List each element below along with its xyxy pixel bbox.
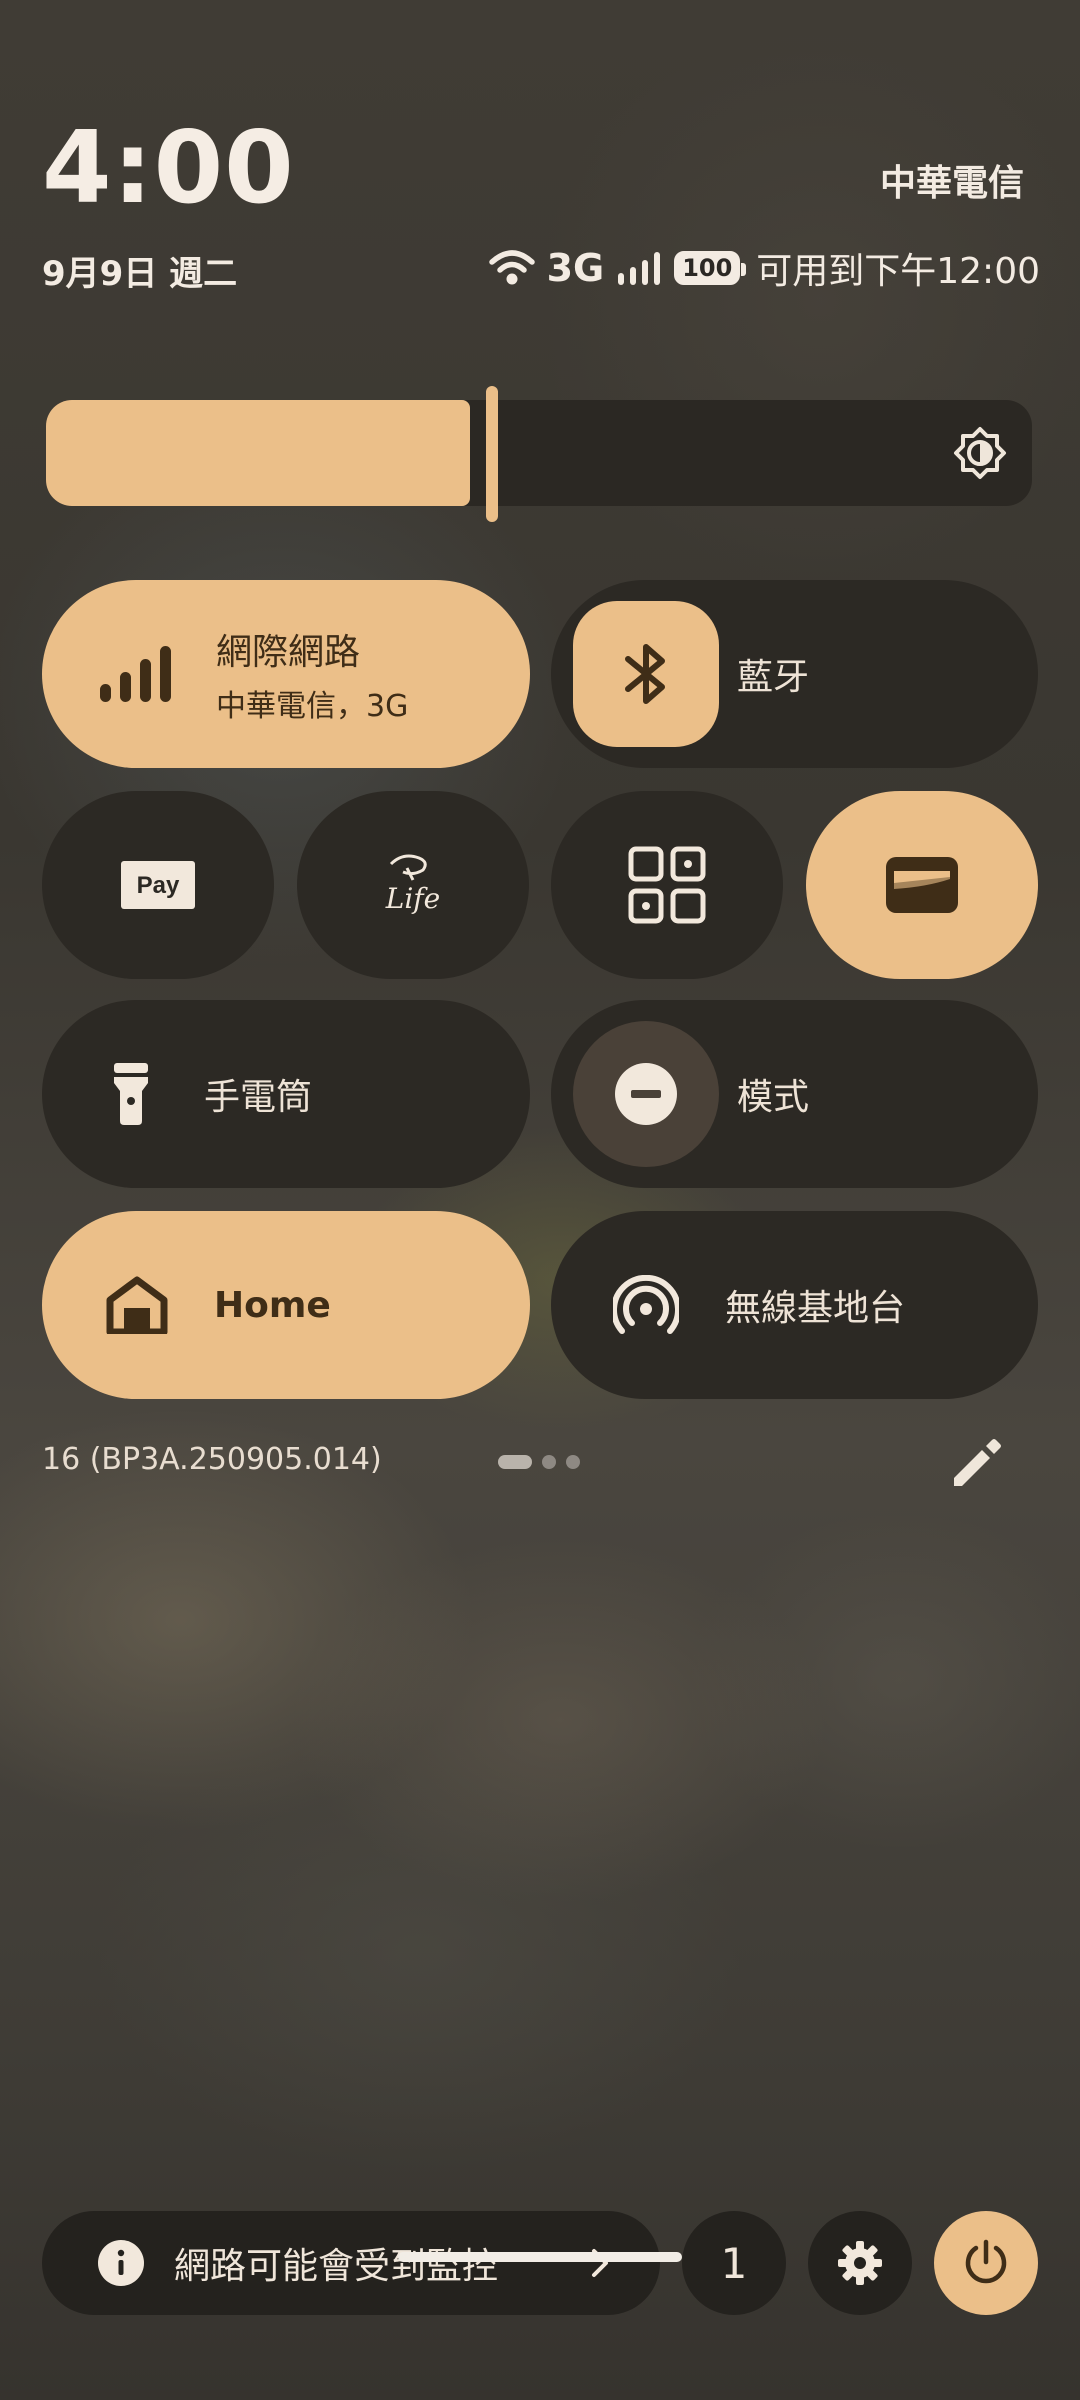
pay-badge-text: Pay: [137, 872, 180, 899]
home-icon: [106, 1276, 168, 1334]
page-dot-active: [498, 1455, 532, 1469]
battery-icon: 100: [674, 251, 747, 285]
power-button[interactable]: [934, 2211, 1038, 2315]
status-icons: 3G 100 可用到下午12:00: [488, 240, 1040, 296]
life-app-icon: Life: [385, 854, 440, 915]
page-dot: [566, 1455, 580, 1469]
qr-scanner-icon: [628, 846, 706, 924]
life-badge-text: Life: [385, 882, 440, 915]
network-type: 3G: [546, 246, 605, 290]
gesture-navigation-bar[interactable]: [398, 2252, 682, 2262]
power-icon: [965, 2239, 1007, 2284]
do-not-disturb-icon: [615, 1063, 677, 1125]
wifi-icon: [488, 250, 535, 285]
pay-icon: Pay: [121, 861, 195, 909]
gear-icon: [838, 2241, 882, 2285]
bluetooth-icon: [625, 644, 665, 704]
pencil-icon[interactable]: [946, 1434, 1006, 1494]
internet-title: 網際網路: [216, 632, 361, 673]
modes-tile[interactable]: 模式: [551, 1000, 1038, 1188]
settings-button[interactable]: [808, 2211, 912, 2315]
brightness-slider-handle[interactable]: [486, 386, 498, 522]
life-tile[interactable]: Life: [297, 791, 529, 979]
bluetooth-tile[interactable]: 藍牙: [551, 580, 1038, 768]
pay-tile[interactable]: Pay: [42, 791, 274, 979]
brightness-icon: [954, 427, 1006, 479]
qr-scanner-tile[interactable]: [551, 791, 783, 979]
battery-level: 100: [682, 254, 733, 282]
home-label: Home: [214, 1284, 331, 1326]
user-count: 1: [720, 2238, 748, 2288]
flashlight-icon: [114, 1063, 148, 1125]
home-tile[interactable]: Home: [42, 1211, 530, 1399]
wallet-icon: [886, 857, 958, 913]
network-monitor-notice[interactable]: 網路可能會受到監控: [42, 2211, 660, 2315]
bluetooth-label: 藍牙: [737, 657, 810, 698]
build-number[interactable]: 16 (BP3A.250905.014): [42, 1442, 382, 1477]
internet-tile[interactable]: 網際網路 中華電信，3G: [42, 580, 530, 768]
internet-subtitle: 中華電信，3G: [216, 689, 409, 724]
date[interactable]: 9月9日 週二: [42, 246, 237, 295]
modes-toggle[interactable]: [573, 1021, 719, 1167]
hotspot-label: 無線基地台: [725, 1288, 906, 1329]
battery-estimate: 可用到下午12:00: [756, 251, 1040, 292]
page-dot: [542, 1455, 556, 1469]
info-icon: [98, 2240, 144, 2286]
wallet-tile[interactable]: [806, 791, 1038, 979]
signal-icon: [618, 252, 661, 285]
user-switcher-button[interactable]: 1: [682, 2211, 786, 2315]
hotspot-tile[interactable]: 無線基地台: [551, 1211, 1038, 1399]
carrier-name: 中華電信: [879, 163, 1024, 204]
clock[interactable]: 4:00: [42, 118, 295, 218]
brightness-level-fill: [46, 400, 470, 506]
hotspot-icon: [613, 1275, 679, 1334]
flashlight-tile[interactable]: 手電筒: [42, 1000, 530, 1188]
page-indicator: [498, 1455, 580, 1469]
bluetooth-toggle[interactable]: [573, 601, 719, 747]
internet-tile-text: 網際網路 中華電信，3G: [216, 623, 408, 725]
modes-label: 模式: [737, 1077, 810, 1118]
network-monitor-label: 網路可能會受到監控: [174, 2246, 499, 2287]
flashlight-label: 手電筒: [204, 1077, 313, 1118]
signal-bars-icon: [100, 646, 171, 702]
